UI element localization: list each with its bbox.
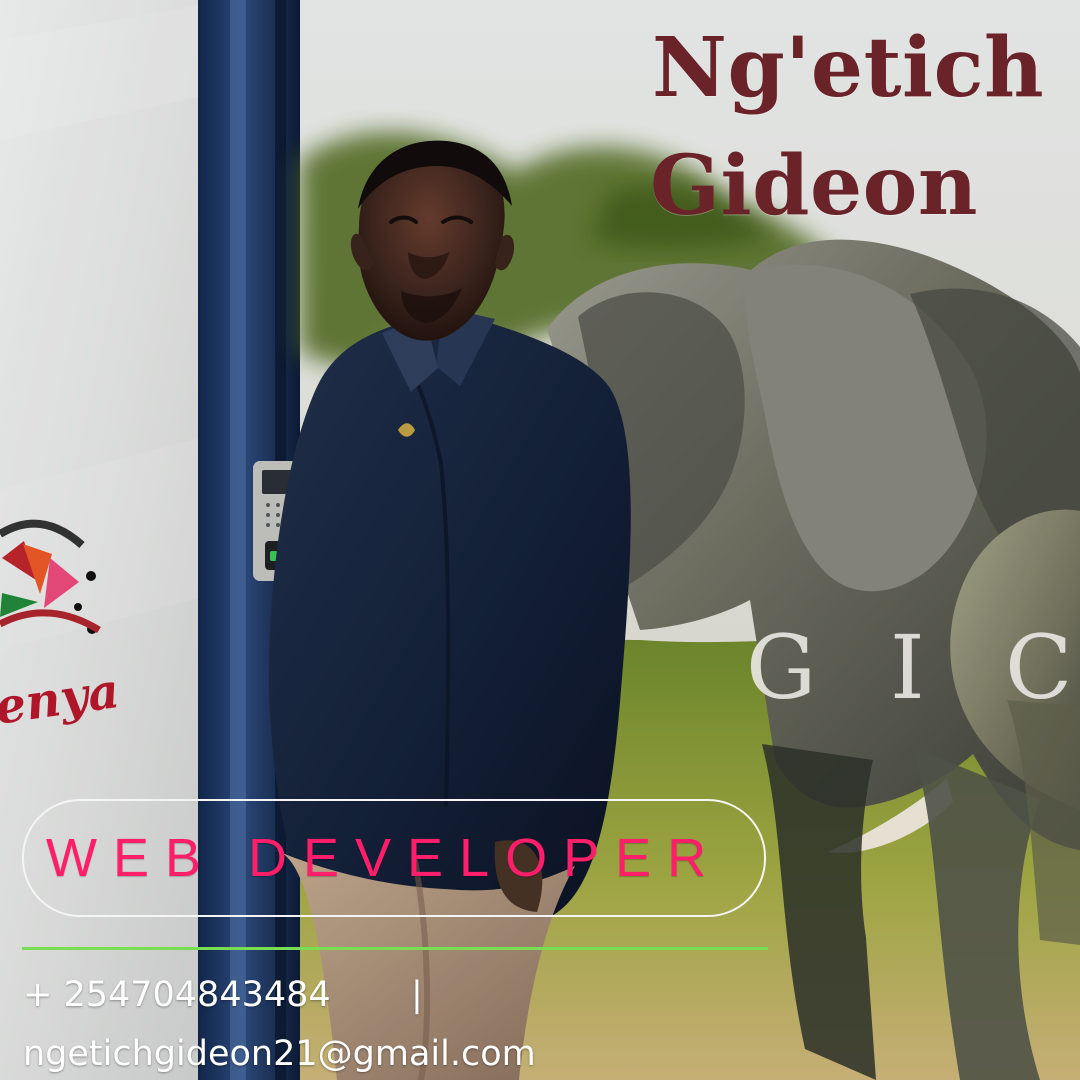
- name-second-line: Gideon: [650, 138, 978, 234]
- name-first-line: Ng'etich: [652, 20, 1045, 116]
- phone-number: + 254704843484: [23, 975, 331, 1015]
- role-title: WEB DEVELOPER: [46, 828, 723, 888]
- divider-line: [22, 947, 768, 950]
- profile-card: enya G I C Ng'etich Gideon WEB DEVELOPER…: [0, 0, 1080, 1080]
- contact-separator: |: [411, 975, 423, 1015]
- email-address: ngetichgideon21@gmail.com: [23, 1034, 536, 1074]
